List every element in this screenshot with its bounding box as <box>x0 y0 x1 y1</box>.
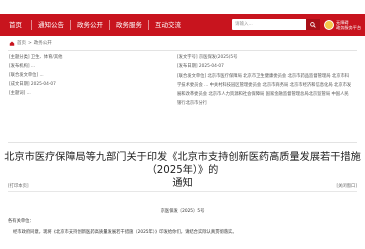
salutation: 各有关单位： <box>8 219 34 224</box>
meta-written-date: [成文日期] 2025-04-07 <box>9 82 56 87</box>
meta-joint-units-left: [联合发文单位] ... <box>9 73 44 78</box>
search-button[interactable] <box>306 19 320 30</box>
logo-line2: 政务服务平台 <box>336 25 362 30</box>
nav-item-interaction[interactable]: 互动交流 <box>149 14 187 36</box>
document-number: 京医保发〔2025〕5号 <box>160 209 205 214</box>
logo-icon <box>324 20 334 30</box>
meta-doc-number: [发文字号] 京医保发(2025)5号 <box>177 55 238 60</box>
article-actions: [打印本页] [关闭窗口] <box>8 181 357 192</box>
nav-item-home[interactable]: 首页 <box>0 14 31 36</box>
top-strip <box>0 0 365 10</box>
body-text: 经市政府同意，现将《北京市支持创新医药高质量发展若干措施（2025年）》印发给你… <box>13 230 237 235</box>
document-metadata: [主题分类] 卫生、体育/其他 [发布机构] ... [联合发文单位] ... … <box>8 50 357 143</box>
breadcrumb-current[interactable]: 政务公开 <box>34 40 52 46</box>
accessibility-logo[interactable]: 无障碍 政务服务平台 <box>324 16 364 34</box>
print-button[interactable]: [打印本页] <box>8 183 29 189</box>
meta-publish-date: [发布日期] 2025-04-07 <box>177 64 224 69</box>
nav-item-open-affairs[interactable]: 政务公开 <box>71 14 109 36</box>
nav-item-notices[interactable]: 通知公告 <box>32 14 70 36</box>
nav-item-services[interactable]: 政务服务 <box>110 14 148 36</box>
breadcrumb-separator: > <box>28 40 32 46</box>
search-icon <box>310 21 316 28</box>
meta-publisher: [发布机构] ... <box>9 64 36 69</box>
breadcrumb: 首页 > 政务公开 <box>9 40 52 46</box>
meta-topic: [主题分类] 卫生、体育/其他 <box>9 55 63 60</box>
meta-joint-units: [联合发文单位] 北京市医疗保障局 北京市卫生健康委员会 北京市药品监督管理局 … <box>177 74 352 106</box>
close-window-button[interactable]: [关闭窗口] <box>336 183 357 189</box>
meta-keywords: [主题词] ... <box>9 91 31 96</box>
main-nav: 首页 通知公告 政务公开 政务服务 互动交流 请输入... 无障碍 政务服务平台 <box>0 14 365 36</box>
breadcrumb-home[interactable]: 首页 <box>17 40 26 46</box>
home-icon <box>9 41 15 46</box>
title-line1: 北京市医疗保障局等九部门关于印发《北京市支持创新医药高质量发展若干措施（2025… <box>4 152 361 176</box>
